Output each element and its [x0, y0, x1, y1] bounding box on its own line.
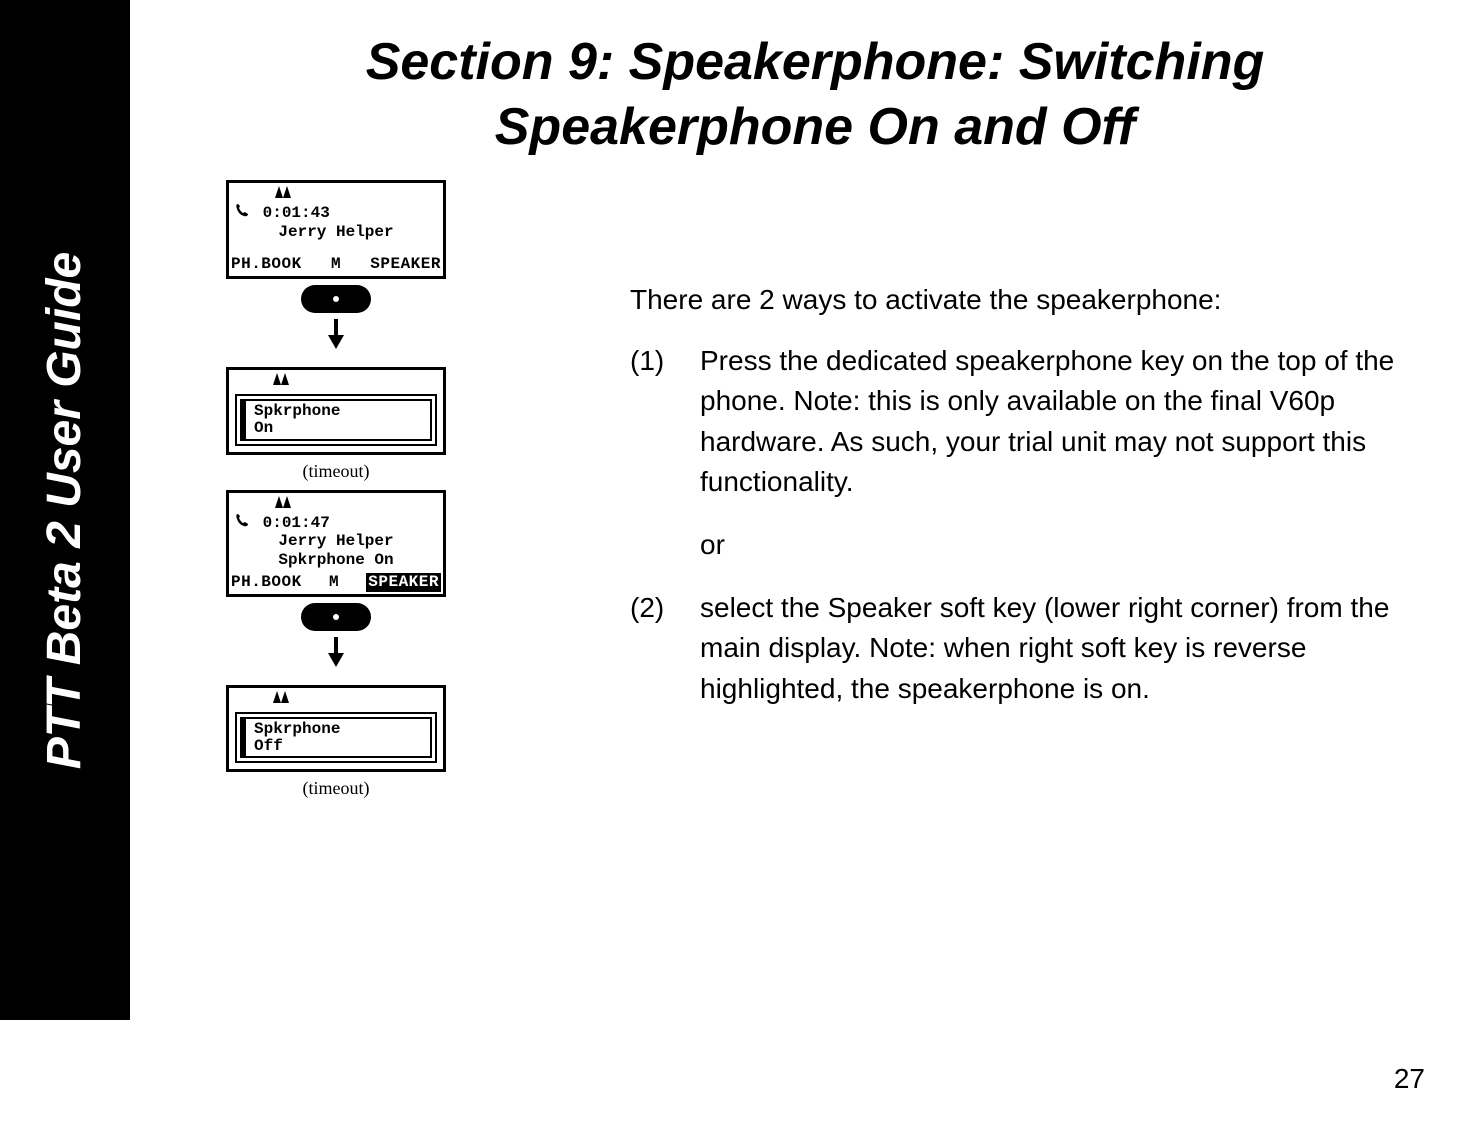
signal-icon: [275, 495, 291, 513]
signal-icon: [275, 185, 291, 203]
softkey-right-2-inverted: SPEAKER: [366, 573, 441, 591]
intro-line: There are 2 ways to activate the speaker…: [630, 280, 1450, 321]
signal-icon: [273, 690, 289, 708]
phone-icon: [235, 513, 249, 532]
sidebar-title: PTT Beta 2 User Guide: [38, 251, 93, 768]
nav-button-2: [301, 603, 371, 631]
list-num-1: (1): [630, 341, 700, 503]
caller-name-2: Jerry Helper: [235, 532, 437, 550]
popup-on-line1: Spkrphone: [254, 403, 426, 420]
caller-name-1: Jerry Helper: [235, 223, 437, 241]
phone-diagram: 0:01:43 Jerry Helper PH.BOOK M SPEAKER: [226, 180, 446, 807]
status-line-2: Spkrphone On: [235, 551, 437, 569]
softkey-left-1: PH.BOOK: [231, 255, 302, 273]
call-time-2: 0:01:47: [263, 514, 330, 532]
timeout-caption-1: (timeout): [226, 461, 446, 482]
list-text-2: select the Speaker soft key (lower right…: [700, 588, 1450, 710]
softkey-mid-2: M: [329, 573, 339, 591]
signal-icon: [273, 372, 289, 390]
softkey-mid-1: M: [331, 255, 341, 273]
list-item-2: (2) select the Speaker soft key (lower r…: [630, 588, 1450, 710]
page-number: 27: [1394, 1063, 1425, 1095]
sidebar: PTT Beta 2 User Guide: [0, 0, 130, 1020]
phone-screen-1: 0:01:43 Jerry Helper PH.BOOK M SPEAKER: [226, 180, 446, 279]
popup-off-line1: Spkrphone: [254, 721, 426, 738]
arrow-down-icon: [328, 653, 344, 667]
timeout-caption-2: (timeout): [226, 778, 446, 799]
phone-screen-2: 0:01:47 Jerry Helper Spkrphone On PH.BOO…: [226, 490, 446, 597]
arrow-down-icon: [328, 335, 344, 349]
phone-screen-popup-on: Spkrphone On: [226, 367, 446, 455]
popup-on-line2: On: [254, 420, 426, 437]
phone-screen-popup-off: Spkrphone Off: [226, 685, 446, 773]
nav-button-1: [301, 285, 371, 313]
list-num-2: (2): [630, 588, 700, 710]
phone-icon: [235, 203, 249, 222]
list-item-1: (1) Press the dedicated speakerphone key…: [630, 341, 1450, 503]
popup-off-line2: Off: [254, 738, 426, 755]
call-time-1: 0:01:43: [263, 204, 330, 222]
or-label: or: [700, 525, 1450, 566]
softkey-right-1: SPEAKER: [370, 255, 441, 273]
list-text-1: Press the dedicated speakerphone key on …: [700, 341, 1450, 503]
section-heading: Section 9: Speakerphone: Switching Speak…: [200, 30, 1430, 160]
body-text: There are 2 ways to activate the speaker…: [630, 280, 1450, 731]
softkey-left-2: PH.BOOK: [231, 573, 302, 591]
